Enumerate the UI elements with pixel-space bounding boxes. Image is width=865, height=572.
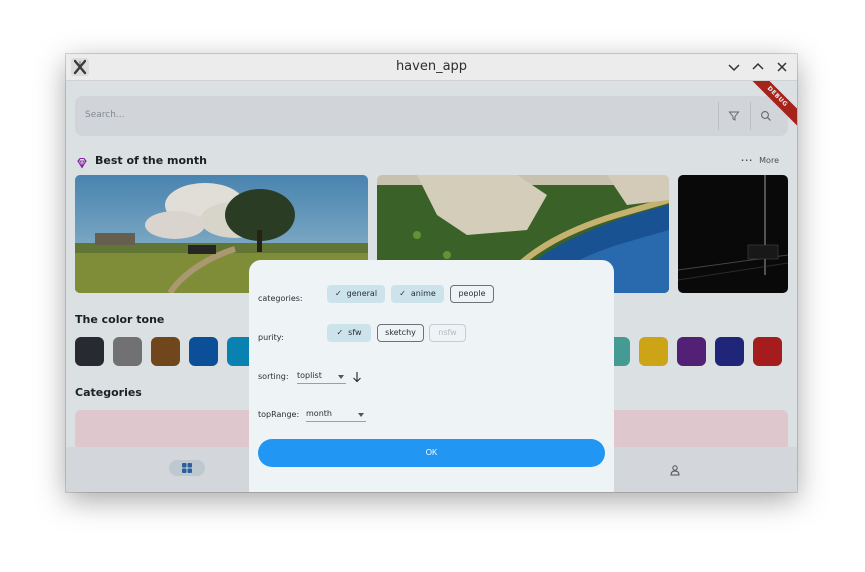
chip-label: anime [410, 289, 436, 298]
caret-down-icon [358, 413, 364, 417]
sorting-label: sorting: [258, 372, 289, 381]
filter-dialog: categories: ✓ general ✓ anime people purit… [249, 260, 614, 492]
chip-label: sketchy [385, 328, 416, 337]
chip-people[interactable]: people [450, 285, 494, 303]
arrow-down-icon[interactable] [351, 371, 363, 383]
sorting-value: toplist [297, 371, 322, 380]
caret-down-icon [338, 375, 344, 379]
check-icon: ✓ [334, 289, 342, 298]
chip-sfw[interactable]: ✓ sfw [327, 324, 371, 342]
chip-sketchy[interactable]: sketchy [377, 324, 424, 342]
check-icon: ✓ [336, 328, 344, 337]
close-button[interactable] [775, 60, 789, 74]
categories-label: categories: [258, 294, 303, 303]
title-bar: haven_app [66, 54, 797, 81]
chip-label: general [346, 289, 378, 298]
check-icon: ✓ [399, 289, 406, 298]
chip-anime[interactable]: ✓ anime [391, 285, 444, 303]
sorting-dropdown[interactable]: toplist [297, 370, 346, 384]
maximize-button[interactable] [751, 60, 765, 74]
app-window: haven_app Search... DEBUG Best of the mo… [66, 54, 797, 492]
chip-label: nsfw [438, 328, 457, 337]
ok-button[interactable]: OK [258, 439, 605, 467]
chip-label: sfw [348, 328, 362, 337]
minimize-button[interactable] [727, 60, 741, 74]
top-range-dropdown[interactable]: month [306, 408, 366, 422]
window-title: haven_app [395, 59, 468, 74]
chip-label: people [458, 289, 486, 298]
top-range-value: month [306, 409, 332, 418]
chip-general[interactable]: ✓ general [327, 285, 385, 303]
top-range-label: topRange: [258, 410, 300, 419]
purity-label: purity: [258, 333, 284, 342]
chip-nsfw: nsfw [429, 324, 466, 342]
